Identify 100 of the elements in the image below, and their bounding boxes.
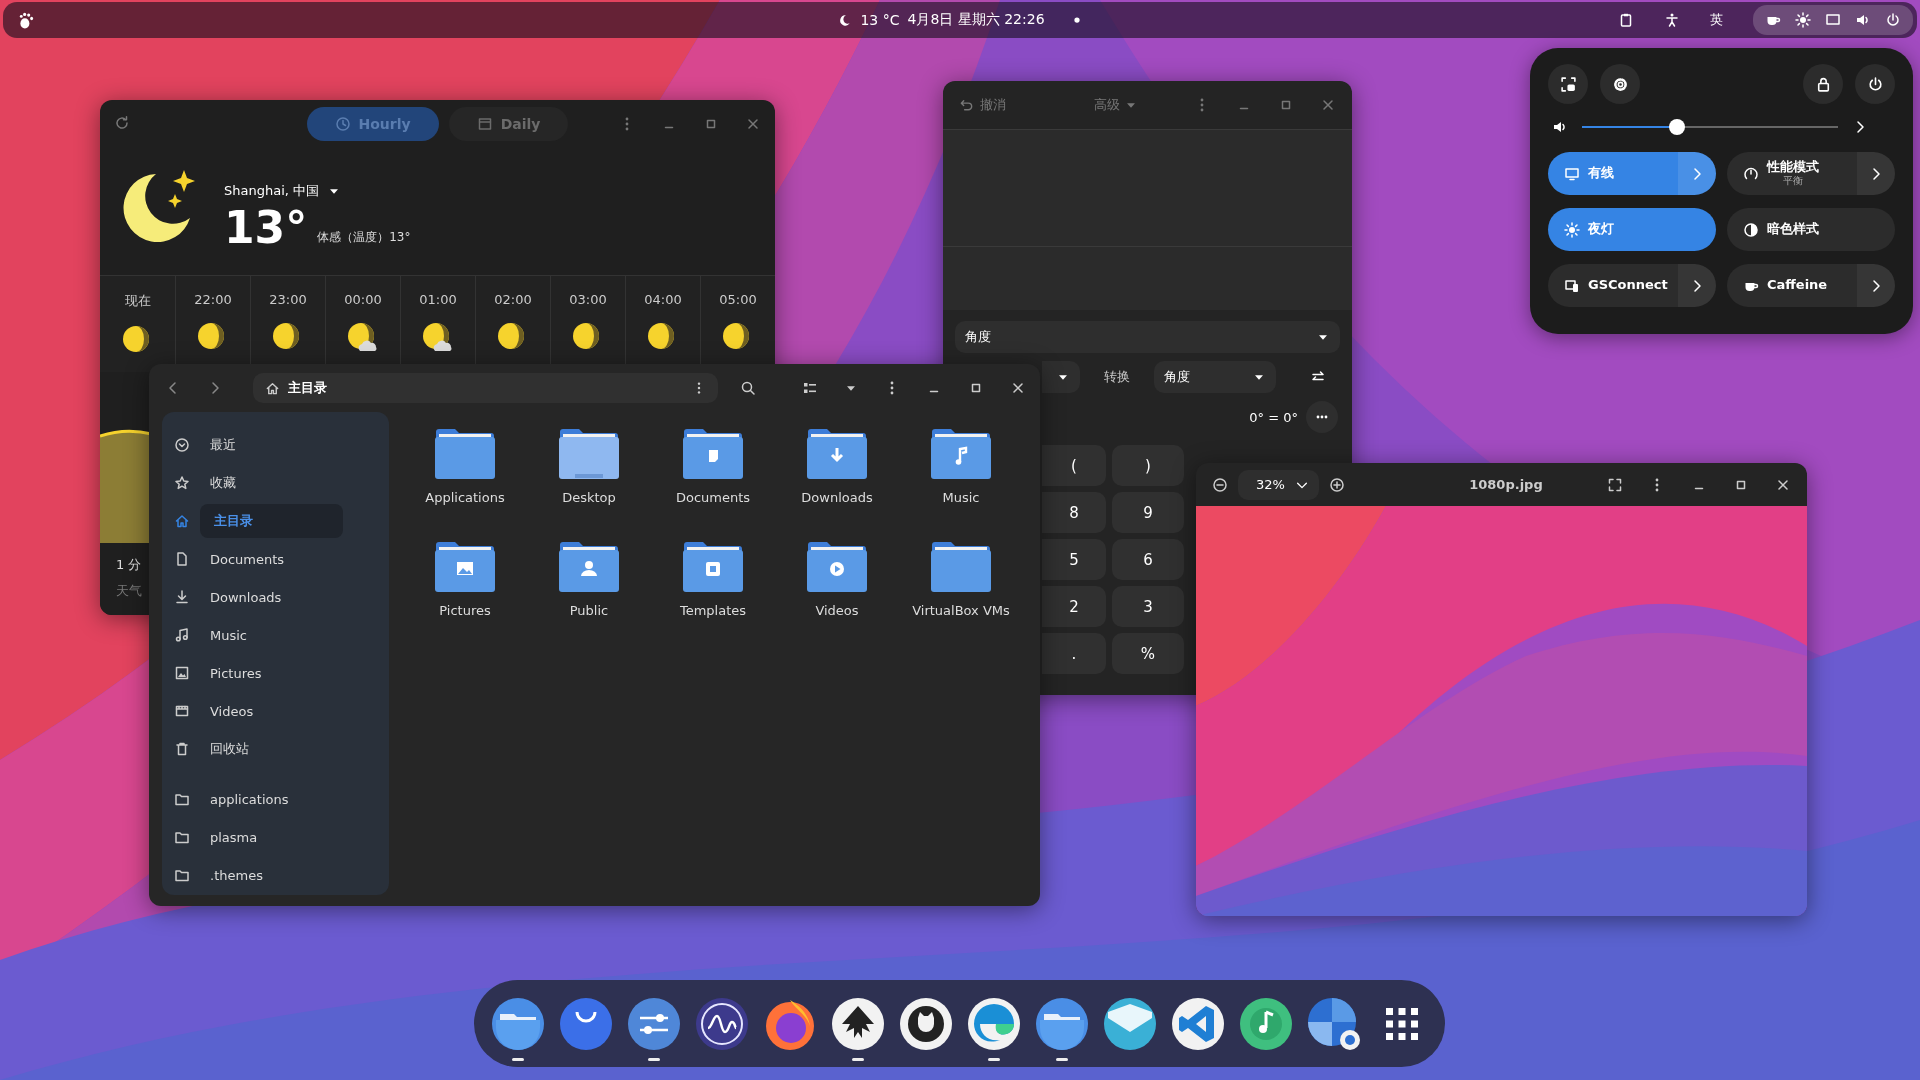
list-view-icon[interactable]	[802, 380, 818, 396]
more-button[interactable]	[1306, 401, 1338, 433]
file-name[interactable]: VirtualBox VMs	[912, 603, 1010, 618]
folder-icon	[174, 829, 190, 845]
folder-icon[interactable]	[681, 426, 745, 482]
file-name[interactable]: Templates	[679, 603, 747, 618]
volume-icon	[1552, 119, 1568, 135]
bag-icon[interactable]	[557, 995, 614, 1052]
swirl-icon[interactable]	[965, 995, 1022, 1052]
sidebar-item[interactable]: .themes	[200, 863, 273, 887]
close-icon[interactable]	[1010, 380, 1026, 396]
sidebar-item[interactable]: Downloads	[200, 585, 292, 609]
pen-nib-icon[interactable]	[829, 995, 886, 1052]
clock-text[interactable]: 4月8日 星期六 22:26	[907, 11, 1045, 29]
zoom-in-icon[interactable]	[1328, 476, 1345, 493]
file-name[interactable]: Public	[569, 603, 609, 618]
file-name[interactable]: Applications	[425, 490, 505, 505]
path-bar[interactable]: 主目录	[253, 373, 718, 403]
file-name[interactable]: Desktop	[562, 490, 616, 505]
file-name[interactable]: Videos	[815, 603, 859, 618]
keypad-key[interactable]: 9	[1112, 492, 1184, 533]
folder-icon[interactable]	[433, 539, 497, 595]
refresh-icon[interactable]	[114, 114, 130, 131]
toggle-button[interactable]: 夜灯	[1548, 208, 1716, 251]
category-dropdown[interactable]: 角度	[955, 321, 1340, 353]
sun-icon	[1564, 221, 1580, 238]
toggle-label: 性能模式	[1767, 160, 1819, 176]
toggle-button[interactable]: 暗色样式	[1727, 208, 1895, 251]
brightness-icon	[1795, 12, 1811, 28]
fullscreen-icon[interactable]	[1607, 476, 1623, 493]
keypad-key[interactable]: 3	[1112, 586, 1184, 627]
waveform-icon[interactable]	[693, 995, 750, 1052]
folder-icon[interactable]	[805, 539, 869, 595]
toggle-subtitle: 平衡	[1782, 175, 1804, 187]
footprint-icon[interactable]	[17, 11, 35, 29]
location-selector[interactable]: Shanghai, 中国	[224, 182, 411, 200]
lock-button[interactable]	[1803, 64, 1843, 104]
display-icon	[1825, 12, 1841, 28]
folder-icon[interactable]	[681, 539, 745, 595]
folder-icon	[174, 867, 190, 883]
file-name[interactable]: Downloads	[801, 490, 873, 505]
folder-icon[interactable]	[805, 426, 869, 482]
keypad-key[interactable]: %	[1112, 633, 1184, 674]
keypad-key[interactable]: 2	[1042, 586, 1106, 627]
home-icon	[174, 513, 190, 529]
power-button[interactable]	[1855, 64, 1895, 104]
toggle-label: 夜灯	[1588, 222, 1614, 237]
input-method-indicator[interactable]: 英	[1710, 11, 1723, 29]
folder-icon[interactable]	[433, 426, 497, 482]
sidebar-item[interactable]: Videos	[200, 699, 264, 723]
toggle-button[interactable]: 性能模式 平衡	[1727, 152, 1895, 195]
file-name[interactable]: Music	[942, 490, 980, 505]
source-text: 天气	[116, 582, 142, 600]
hour-label: 00:00	[344, 292, 382, 307]
sidebar-item[interactable]: 收藏	[200, 470, 246, 496]
folder-icon[interactable]	[557, 539, 621, 595]
undo-button[interactable]: 撤消	[959, 96, 1006, 114]
folder-icon[interactable]	[489, 995, 546, 1052]
file-name[interactable]: Documents	[675, 490, 751, 505]
volume-slider[interactable]	[1582, 118, 1838, 136]
status-menu[interactable]	[1753, 5, 1913, 35]
keypad-key[interactable]: )	[1112, 445, 1184, 486]
keypad-key[interactable]: .	[1042, 633, 1106, 674]
sidebar-item[interactable]: Music	[200, 623, 257, 647]
envelope-icon[interactable]	[1101, 995, 1158, 1052]
folder-icon[interactable]	[1033, 995, 1090, 1052]
sidebar-item[interactable]: Documents	[200, 547, 295, 571]
clipboard-icon[interactable]	[1618, 12, 1634, 28]
sidebar-item[interactable]: Pictures	[200, 661, 272, 685]
toggle-button[interactable]: Caffeine	[1727, 264, 1895, 307]
sidebar-item[interactable]: 主目录	[200, 504, 343, 538]
keypad-key[interactable]: (	[1042, 445, 1106, 486]
sidebar-item[interactable]: applications	[200, 787, 299, 811]
keypad-key[interactable]: 6	[1112, 539, 1184, 580]
folder-icon[interactable]	[929, 426, 993, 482]
hour-label: 03:00	[569, 292, 607, 307]
music-note-icon[interactable]	[1237, 995, 1294, 1052]
sidebar-item[interactable]: 回收站	[200, 736, 259, 762]
settings-button[interactable]	[1600, 64, 1640, 104]
zoom-dropdown[interactable]: 32%	[1238, 469, 1319, 500]
accessibility-icon[interactable]	[1664, 12, 1680, 28]
ribbon-icon[interactable]	[1169, 995, 1226, 1052]
sidebar-item[interactable]: 最近	[200, 432, 246, 458]
screenshot-button[interactable]	[1548, 64, 1588, 104]
zoom-out-icon[interactable]	[1212, 476, 1228, 493]
mosaic-icon[interactable]	[1305, 995, 1362, 1052]
keypad-key[interactable]: 5	[1042, 539, 1106, 580]
slider-thumb[interactable]	[1668, 119, 1685, 135]
sliders-icon[interactable]	[625, 995, 682, 1052]
sidebar-item[interactable]: plasma	[200, 825, 268, 849]
toggle-button[interactable]: GSConnect	[1548, 264, 1716, 307]
search-icon[interactable]	[740, 380, 756, 396]
folder-icon[interactable]	[929, 539, 993, 595]
cat-icon[interactable]	[897, 995, 954, 1052]
file-name[interactable]: Pictures	[439, 603, 491, 618]
folder-icon[interactable]	[557, 426, 621, 482]
unit-dropdown[interactable]: 角度	[1154, 361, 1276, 393]
mode-dropdown[interactable]: 高级	[1088, 95, 1144, 115]
keypad-key[interactable]: 8	[1042, 492, 1106, 533]
toggle-button[interactable]: 有线	[1548, 152, 1716, 195]
